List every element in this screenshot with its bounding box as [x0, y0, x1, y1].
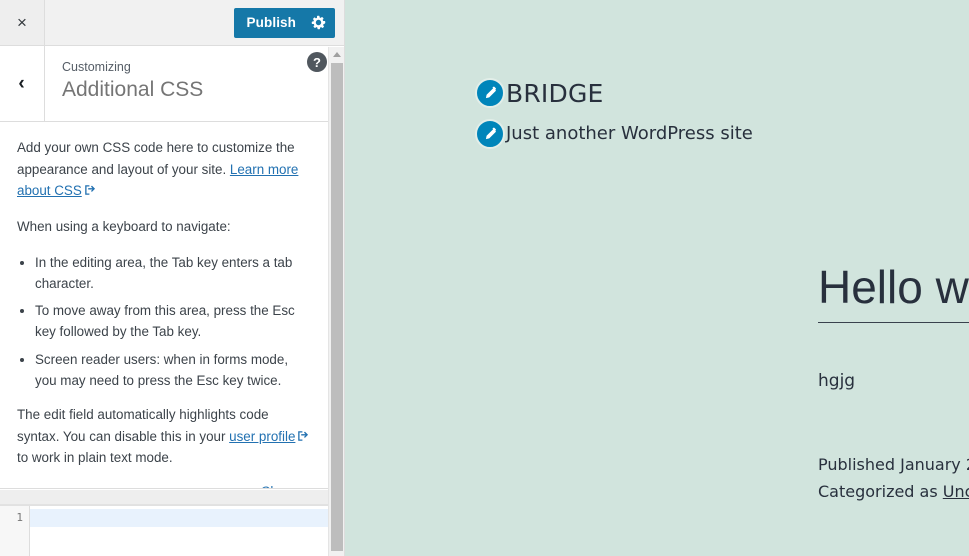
close-help-row: Close — [17, 483, 312, 488]
section-header: ‹ Customizing Additional CSS ? — [0, 46, 344, 122]
site-title: BRIDGE — [506, 78, 604, 108]
close-help-link[interactable]: Close — [261, 484, 295, 488]
page-title: Additional CSS — [62, 78, 204, 101]
syntax-paragraph: The edit field automatically highlights … — [17, 404, 312, 469]
external-link-icon — [297, 427, 309, 441]
keyboard-heading: When using a keyboard to navigate: — [17, 219, 231, 235]
customizer-screen: × Publish ‹ Customizing Additional CSS ?… — [0, 0, 969, 556]
back-button[interactable]: ‹ — [0, 46, 45, 121]
external-link-icon — [84, 181, 96, 196]
help-icon-label: ? — [313, 54, 321, 70]
site-title-row: BRIDGE — [475, 78, 753, 108]
scroll-up-arrow-icon[interactable] — [329, 47, 344, 61]
code-line[interactable] — [30, 509, 329, 527]
close-customizer-button[interactable]: × — [0, 0, 45, 45]
post-title: Hello w — [818, 261, 969, 313]
code-content[interactable] — [30, 506, 329, 556]
publish-button-label: Publish — [246, 15, 296, 30]
css-code-editor[interactable]: 1 — [0, 490, 329, 556]
close-icon: × — [17, 13, 27, 32]
categorized-label: Categorized as — [818, 481, 943, 501]
site-description: Just another WordPress site — [506, 123, 753, 144]
scroll-up-triangle — [332, 51, 341, 57]
publish-button[interactable]: Publish — [233, 7, 335, 38]
pencil-edit-icon[interactable] — [475, 78, 505, 108]
breadcrumb: Customizing — [62, 60, 131, 74]
gear-icon[interactable] — [311, 15, 326, 30]
post-body-text: hgjg — [818, 370, 856, 391]
site-preview: BRIDGE Just another WordPress site Hello… — [345, 0, 969, 556]
chevron-left-icon: ‹ — [18, 73, 25, 94]
post-title-divider — [818, 321, 969, 323]
customizer-header: × Publish — [0, 0, 344, 46]
help-description-panel: Add your own CSS code here to customize … — [0, 123, 329, 489]
header-spacer — [45, 0, 234, 45]
user-profile-link[interactable]: user profile — [229, 429, 295, 444]
customizer-panel: × Publish ‹ Customizing Additional CSS ?… — [0, 0, 345, 556]
list-item: To move away from this area, press the E… — [35, 300, 312, 342]
list-item: In the editing area, the Tab key enters … — [35, 252, 312, 294]
line-number: 1 — [16, 511, 23, 524]
code-area[interactable]: 1 — [0, 505, 329, 556]
list-item: Screen reader users: when in forms mode,… — [35, 349, 312, 391]
post-published-date: Published January 26, — [818, 455, 969, 475]
help-circle-icon[interactable]: ? — [307, 52, 327, 72]
post-category-line: Categorized as Uncat — [818, 479, 969, 506]
help-intro-paragraph: Add your own CSS code here to customize … — [17, 137, 312, 202]
preview-post: Hello w hgjg Published January 26, Categ… — [818, 262, 969, 506]
panel-scrollbar[interactable] — [328, 47, 344, 556]
line-number-gutter: 1 — [0, 506, 30, 556]
editor-top-strip — [0, 490, 329, 505]
preview-site-header: BRIDGE Just another WordPress site — [475, 78, 753, 160]
section-title-group: Customizing Additional CSS ? — [45, 46, 344, 121]
keyboard-tips-list: In the editing area, the Tab key enters … — [17, 252, 312, 391]
syntax-text-after: to work in plain text mode. — [17, 450, 173, 466]
site-description-row: Just another WordPress site — [475, 119, 753, 149]
pencil-edit-icon[interactable] — [475, 119, 505, 149]
post-meta: Published January 26, Categorized as Unc… — [818, 452, 969, 506]
publish-area: Publish — [233, 0, 344, 45]
category-link[interactable]: Uncat — [943, 482, 969, 501]
scrollbar-thumb[interactable] — [331, 63, 343, 551]
